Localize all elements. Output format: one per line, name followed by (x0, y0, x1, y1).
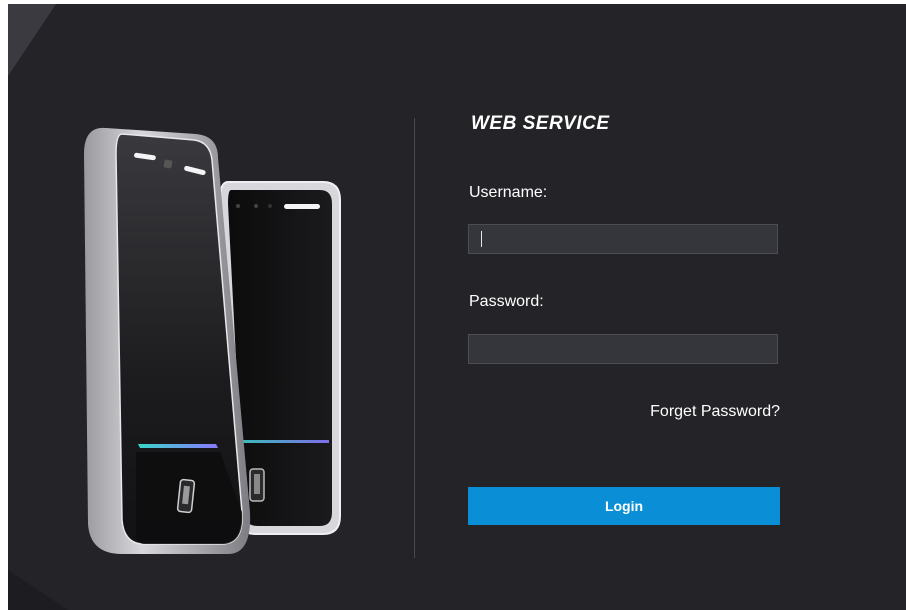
fingerprint-sensor-icon (176, 478, 196, 514)
username-input[interactable] (468, 224, 778, 254)
device-illustration-svg (84, 127, 341, 554)
password-label: Password: (469, 293, 544, 310)
forget-password-link[interactable]: Forget Password? (620, 403, 780, 421)
text-cursor (481, 231, 482, 247)
access-control-device-illustration (78, 124, 368, 564)
password-input[interactable] (468, 334, 778, 364)
decorative-corner-bottom (8, 570, 68, 610)
page-title: WEB SERVICE (471, 113, 610, 134)
login-button[interactable]: Login (468, 487, 780, 525)
vertical-divider (414, 118, 415, 558)
username-label: Username: (469, 184, 548, 201)
decorative-corner-top (8, 4, 56, 76)
